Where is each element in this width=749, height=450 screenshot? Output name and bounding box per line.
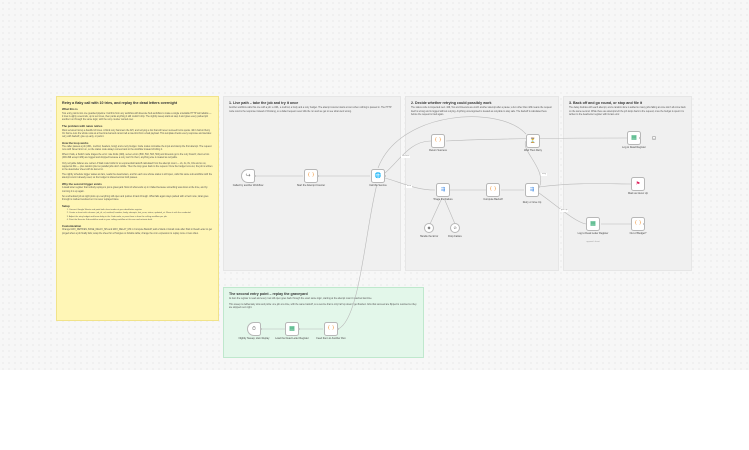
node-triage-the-failure[interactable]: ⇶ xyxy=(436,183,450,197)
canvas-lower-area xyxy=(0,370,749,450)
node-handle-the-error[interactable]: ◆ xyxy=(424,223,434,233)
globe-icon: 🌐 xyxy=(374,173,382,179)
flag-icon: ⚑ xyxy=(635,181,641,187)
switch-icon: ⇶ xyxy=(529,187,535,193)
step-3-text: The delay doubles with each attempt, and… xyxy=(569,107,686,116)
code-icon: { } xyxy=(489,187,497,192)
node-label-log-to-dead-register: Log to Dead Register xyxy=(622,146,646,149)
node-start-attempt-counter[interactable]: { } xyxy=(304,169,318,183)
drop-icon: ⊘ xyxy=(453,225,457,230)
node-log-dead-letter[interactable]: ▦ xyxy=(586,217,600,231)
step-3-title: 3. Back off and go round, or stop and fi… xyxy=(569,101,643,105)
node-label-retry-or-give-up: Retry or Give Up xyxy=(522,201,542,204)
add-node-button[interactable]: + xyxy=(652,136,656,140)
intro-steps-list: Connect Google Sheets and point both she… xyxy=(62,209,213,222)
node-label-feed-to-another-run: Feed them to Another Run xyxy=(316,337,346,340)
hourglass-icon: ⏳ xyxy=(529,138,537,144)
intro-how-text-4: The nightly schedule trigger wakes at 2a… xyxy=(62,173,213,179)
node-mark-as-given-up[interactable]: ⚑ xyxy=(631,177,645,191)
connection-label-retry: retry xyxy=(541,173,547,176)
intro-why-text-2: So a scheduled job at night picks up eve… xyxy=(62,195,209,201)
intro-how-text-3: Only retryable failures are retried. A W… xyxy=(62,162,213,171)
intro-how-heading: How the loop works xyxy=(62,140,89,145)
node-label-mark-as-given-up: Mark as Given Up xyxy=(627,192,648,195)
step-1-title: 1. Live path – take the job and try it o… xyxy=(229,101,299,105)
code-icon: { } xyxy=(307,173,315,178)
intro-steps-heading: Setup xyxy=(62,203,70,208)
node-feed-to-another-run[interactable]: { } xyxy=(324,322,338,336)
node-label-triage-the-failure: Triage the Failure xyxy=(433,198,453,201)
error-handler-icon: ◆ xyxy=(427,225,431,230)
sheet-icon: ▦ xyxy=(590,220,596,227)
code-icon: { } xyxy=(634,221,642,226)
intro-problem-heading: The problem with naive retries xyxy=(62,124,103,129)
sticky-note-intro[interactable]: Retry a flaky call with 10 tries, and re… xyxy=(56,96,219,321)
intro-custom-text: Change MAX_RETRIES, BASE_DELAY_MS and MA… xyxy=(62,229,212,235)
node-sub-log-dead-letter: append: sheet xyxy=(586,241,600,243)
intro-title: Retry a flaky call with 10 tries, and re… xyxy=(62,101,178,105)
intro-how-text-1: The caller passes a job (URL, method, he… xyxy=(62,146,212,152)
node-load-dead-letter-register[interactable]: ▦ xyxy=(285,322,299,336)
intro-what-heading: What this is xyxy=(62,107,78,112)
code-icon: { } xyxy=(434,138,442,143)
node-call-the-service[interactable]: 🌐 xyxy=(371,169,385,183)
clock-icon: ⏱ xyxy=(252,326,256,332)
intro-why-text-1: A dead letter register that nobody repla… xyxy=(62,187,208,193)
node-drop-failure[interactable]: ⊘ xyxy=(450,223,460,233)
connection-label-give-up: give up xyxy=(560,209,569,212)
intro-custom-heading: Customization xyxy=(62,224,82,229)
step-4-title: The second entry point – replay the grav… xyxy=(229,292,308,296)
connection-label-success: success xyxy=(401,155,411,158)
sticky-note-step-3[interactable]: 3. Back off and go round, or stop and fi… xyxy=(563,96,692,271)
connection-label-error: error xyxy=(406,185,413,188)
node-label-log-dead-letter: Log to Dead Letter Register xyxy=(577,232,609,235)
node-label-drop-failure: Drop Failure xyxy=(448,235,462,238)
intro-why-heading: Why the second trigger exists xyxy=(62,182,102,187)
code-icon: { } xyxy=(327,326,335,331)
node-called-by-workflow[interactable]: ↪ xyxy=(241,169,255,183)
sheet-icon: ▦ xyxy=(631,134,637,141)
node-label-return-success: Return Success xyxy=(429,149,447,152)
node-label-wait-then-retry: Wait Then Retry xyxy=(524,149,542,152)
node-label-load-dead-letter-register: Load the Dead Letter Register xyxy=(275,337,309,340)
node-label-called-by-workflow: Called by another Workflow xyxy=(232,184,264,187)
step-4-text-2: This sweep is deliberately slow and poli… xyxy=(229,303,417,309)
node-label-compute-backoff: Compute Backoff xyxy=(483,198,503,201)
node-nightly-sweep[interactable]: ⏱ xyxy=(247,322,261,336)
intro-problem-text: Most services hiccup a handful of times.… xyxy=(62,129,212,138)
node-retry-or-give-up[interactable]: ⇶ xyxy=(525,183,539,197)
step-2-title: 2. Decide whether retrying could possibl… xyxy=(411,101,492,105)
intro-step-item: Point the Execute Sub-workflow node in y… xyxy=(69,219,213,222)
sheet-icon: ▦ xyxy=(289,325,295,332)
step-2-text: The status code is inspected next. 429, … xyxy=(411,107,552,116)
intro-what-text: Two entry points into one guarded pipeli… xyxy=(62,112,212,121)
workflow-trigger-icon: ↪ xyxy=(245,172,251,179)
node-label-start-attempt-counter: Start the Attempt Counter xyxy=(296,184,326,187)
step-4-text-1: At 2am the register is read and every ro… xyxy=(229,298,373,301)
node-label-out-of-budget: Out of Budget? xyxy=(629,232,647,235)
node-wait-then-retry[interactable]: ⏳ xyxy=(526,134,540,148)
node-compute-backoff[interactable]: { } xyxy=(486,183,500,197)
node-return-success[interactable]: { } xyxy=(431,134,445,148)
switch-icon: ⇶ xyxy=(440,187,446,193)
node-label-call-the-service: Call the Service xyxy=(369,184,387,187)
intro-how-text-2: When it fails, a Switch node triages the… xyxy=(62,154,210,160)
step-1-text: Another workflow calls this one with a j… xyxy=(229,107,392,113)
